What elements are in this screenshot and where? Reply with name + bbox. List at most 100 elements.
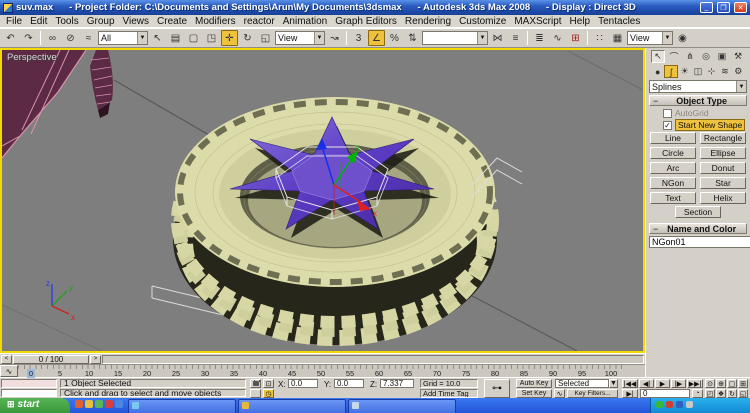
schematic-view-icon[interactable]: ⊞ [567,30,584,46]
render-type-dropdown[interactable]: View ▼ [627,31,673,45]
shape-class-dropdown[interactable]: Splines ▼ [649,80,747,93]
menu-create[interactable]: Create [153,16,191,27]
ngon-button[interactable]: NGon [650,177,696,189]
perspective-viewport[interactable]: y x z y x Perspective [0,48,645,353]
star-button[interactable]: Star [700,177,746,189]
spinner-snap-icon[interactable]: ⇅ [404,30,421,46]
shapes-icon[interactable]: ʃ [664,65,678,78]
quick-launch-icon[interactable] [115,400,123,408]
select-object-icon[interactable]: ↖ [149,30,166,46]
quick-launch-icon[interactable] [75,400,83,408]
menu-customize[interactable]: Customize [455,16,510,27]
reference-coordinate-dropdown[interactable]: View ▼ [275,31,325,45]
redo-icon[interactable]: ↷ [20,30,37,46]
select-and-move-icon[interactable]: ✛ [221,30,238,46]
menu-views[interactable]: Views [119,16,154,27]
rectangle-button[interactable]: Rectangle [700,132,746,144]
rectangular-selection-icon[interactable]: ▢ [185,30,202,46]
play-button[interactable]: ▶ [655,379,670,388]
mirror-icon[interactable]: ⋈ [489,30,506,46]
key-shortcut-toggle-icon[interactable]: ⊶ [484,379,510,398]
systems-icon[interactable]: ⚙ [732,65,745,78]
window-crossing-icon[interactable]: ◳ [203,30,220,46]
select-by-name-icon[interactable]: ▤ [167,30,184,46]
collapse-icon[interactable]: − [653,224,658,234]
frame-forward-button[interactable]: > [90,354,101,364]
autogrid-checkbox[interactable] [663,108,672,118]
motion-tab-icon[interactable]: ◎ [699,50,713,63]
menu-tentacles[interactable]: Tentacles [594,16,644,27]
start-new-shape-checkbox[interactable]: ✓ [663,120,672,130]
tray-icon[interactable] [686,401,693,408]
start-button[interactable]: ⊞ start [0,398,70,413]
key-filters-button[interactable]: Key Filters... [567,389,618,398]
tray-icon[interactable] [676,401,683,408]
helpers-icon[interactable]: ⊹ [705,65,718,78]
menu-file[interactable]: File [2,16,26,27]
space-warps-icon[interactable]: ≋ [718,65,731,78]
tray-icon[interactable] [656,401,663,408]
undo-icon[interactable]: ↶ [2,30,19,46]
y-coordinate-field[interactable]: 0.0 [334,379,364,388]
utilities-tab-icon[interactable]: ⚒ [731,50,745,63]
menu-group[interactable]: Group [83,16,119,27]
menu-help[interactable]: Help [566,16,595,27]
time-slider-thumb[interactable]: 0 / 100 [13,354,89,364]
pan-icon[interactable]: ❖ [716,389,726,398]
quick-render-icon[interactable]: ◉ [674,30,691,46]
quick-launch-icon[interactable] [105,400,113,408]
render-setup-icon[interactable]: ▦ [609,30,626,46]
add-time-tag[interactable]: Add Time Tag [420,389,478,398]
collapse-icon[interactable]: − [653,96,658,106]
named-selection-sets-dropdown[interactable]: ▼ [422,31,488,45]
zoom-extents-all-icon[interactable]: ⊞ [738,379,748,388]
create-tab-icon[interactable]: ↖ [651,50,665,63]
taskbar-window-button[interactable] [238,399,346,413]
ellipse-button[interactable]: Ellipse [700,147,746,159]
z-coordinate-field[interactable]: 7.337 [380,379,414,388]
selection-filter-dropdown[interactable]: All ▼ [98,31,148,45]
select-and-scale-icon[interactable]: ◱ [257,30,274,46]
text-button[interactable]: Text [650,192,696,204]
select-and-rotate-icon[interactable]: ↻ [239,30,256,46]
set-key-button[interactable]: Set Key [516,389,552,398]
next-frame-button[interactable]: |▶ [671,379,686,388]
arc-button[interactable]: Arc [650,162,696,174]
frame-back-button[interactable]: < [1,354,12,364]
modify-tab-icon[interactable]: ⌒ [667,50,681,63]
object-type-rollout-header[interactable]: − Object Type [649,95,747,106]
menu-modifiers[interactable]: Modifiers [191,16,240,27]
key-mode-dropdown[interactable]: Selected [555,379,609,388]
quick-launch-icon[interactable] [95,400,103,408]
menu-graph-editors[interactable]: Graph Editors [331,16,401,27]
current-frame-field[interactable]: 0 [640,389,690,398]
bind-to-space-warp-icon[interactable]: ≈ [80,30,97,46]
quick-launch-icon[interactable] [85,400,93,408]
curve-editor-icon[interactable]: ∿ [549,30,566,46]
time-slider-track[interactable] [102,354,644,364]
restore-button[interactable]: ❐ [717,2,730,13]
menu-rendering[interactable]: Rendering [401,16,455,27]
time-configuration-icon[interactable]: ◔ [692,389,703,398]
previous-frame-button[interactable]: ◀| [639,379,654,388]
selection-lock-toggle[interactable] [250,379,261,388]
taskbar-window-button[interactable] [128,399,236,413]
chevron-down-icon[interactable]: ▼ [477,32,487,44]
menu-animation[interactable]: Animation [279,16,331,27]
tray-icon[interactable] [666,401,673,408]
menu-edit[interactable]: Edit [26,16,51,27]
chevron-down-icon[interactable]: ▼ [137,32,147,44]
geometry-icon[interactable]: ● [651,65,664,78]
status-panel-toggle[interactable] [250,389,261,398]
snap-toggle-3d-icon[interactable]: 3 [350,30,367,46]
viewport-label[interactable]: Perspective [7,52,57,63]
go-to-start-button[interactable]: |◀◀ [622,379,638,388]
viewport-canvas[interactable]: y x z y x [2,50,643,351]
menu-maxscript[interactable]: MAXScript [510,16,565,27]
auto-key-button[interactable]: Auto Key [516,379,552,388]
cameras-icon[interactable]: ◫ [691,65,704,78]
display-tab-icon[interactable]: ▣ [715,50,729,63]
circle-button[interactable]: Circle [650,147,696,159]
minimize-button[interactable]: _ [700,2,713,13]
helix-button[interactable]: Helix [700,192,746,204]
